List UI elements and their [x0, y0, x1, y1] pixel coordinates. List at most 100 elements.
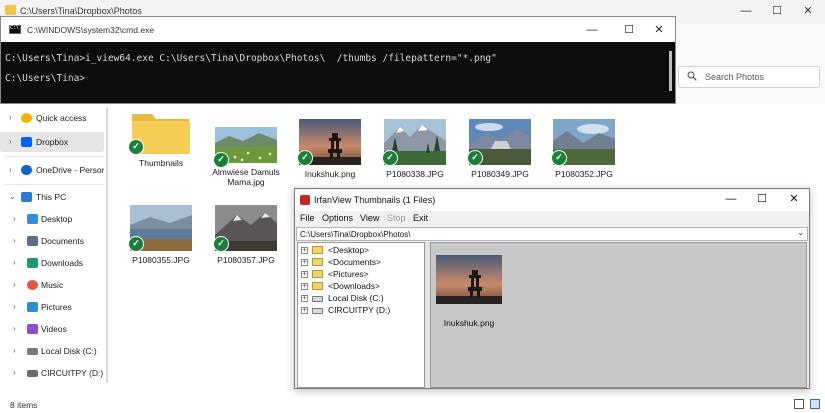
- minimize-button[interactable]: —: [738, 4, 754, 18]
- documents-icon: [27, 236, 38, 246]
- sidebar-item-local-disk[interactable]: › Local Disk (C:): [0, 341, 104, 361]
- sidebar-item-onedrive[interactable]: › OneDrive - Person: [0, 160, 104, 180]
- status-bar: 8 items: [0, 396, 825, 413]
- desktop-icon: [27, 214, 38, 224]
- folder-icon: [312, 282, 323, 290]
- chevron-right-icon[interactable]: ›: [13, 346, 16, 355]
- thumbnail-view-icon[interactable]: [810, 399, 820, 409]
- tree-item-label: Local Disk (C:): [328, 293, 384, 303]
- sidebar-item-label: Pictures: [41, 302, 72, 312]
- chevron-right-icon[interactable]: ›: [13, 258, 16, 267]
- file-name: P1080338.JPG: [386, 169, 444, 179]
- tree-item-label: CIRCUITPY (D:): [328, 305, 391, 315]
- menu-stop[interactable]: Stop: [387, 213, 406, 223]
- sidebar-item-videos[interactable]: › Videos: [0, 319, 104, 339]
- sidebar-item-documents[interactable]: › Documents: [0, 231, 104, 251]
- sync-check-icon: ✓: [128, 236, 144, 252]
- chevron-right-icon[interactable]: ›: [13, 302, 16, 311]
- file-name: Almwiese Damuls Mama.jpg: [212, 167, 280, 187]
- dropbox-icon: [21, 137, 32, 147]
- sidebar-scrollbar[interactable]: [106, 108, 108, 383]
- search-input[interactable]: Search Photos: [678, 66, 820, 88]
- chevron-right-icon[interactable]: ›: [13, 236, 16, 245]
- search-icon: [687, 71, 697, 81]
- sidebar-item-circuitpy[interactable]: › CIRCUITPY (D:): [0, 363, 104, 383]
- cmd-titlebar: C:\ C:\WINDOWS\system32\cmd.exe — ☐ ✕: [1, 17, 675, 42]
- irfanview-titlebar: IrfanView Thumbnails (1 Files) — ☐ ✕: [295, 189, 809, 211]
- chevron-right-icon[interactable]: ›: [9, 137, 12, 146]
- cmd-scrollbar[interactable]: [669, 51, 672, 91]
- tree-item-label: <Desktop>: [328, 245, 370, 255]
- sync-check-icon: ✓: [382, 150, 398, 166]
- menu-view[interactable]: View: [360, 213, 379, 223]
- sidebar-item-label: Desktop: [41, 214, 73, 224]
- navigation-pane: › Quick access › Dropbox › OneDrive - Pe…: [0, 104, 110, 396]
- irfanview-minimize-button[interactable]: —: [723, 192, 739, 207]
- irfanview-maximize-button[interactable]: ☐: [754, 192, 770, 207]
- expand-icon[interactable]: +: [301, 259, 308, 266]
- tree-item-label: <Pictures>: [328, 269, 369, 279]
- sync-check-icon: ✓: [467, 150, 483, 166]
- thumbnail-caption: Inukshuk.png: [443, 318, 495, 328]
- menu-exit[interactable]: Exit: [413, 213, 428, 223]
- sidebar-item-label: Downloads: [41, 258, 84, 268]
- cmd-close-button[interactable]: ✕: [651, 23, 667, 37]
- folder-icon: [312, 246, 323, 254]
- sidebar-item-dropbox[interactable]: › Dropbox: [0, 132, 104, 152]
- sync-check-icon: ✓: [213, 152, 229, 168]
- maximize-button[interactable]: ☐: [769, 4, 785, 18]
- chevron-right-icon[interactable]: ›: [13, 280, 16, 289]
- expand-icon[interactable]: +: [301, 307, 308, 314]
- close-button[interactable]: ✕: [800, 4, 816, 18]
- sidebar-item-downloads[interactable]: › Downloads: [0, 253, 104, 273]
- chevron-right-icon[interactable]: ›: [9, 165, 12, 174]
- prompt-line[interactable]: C:\Users\Tina>: [5, 73, 85, 84]
- sidebar-item-quick-access[interactable]: › Quick access: [0, 108, 104, 128]
- usb-drive-icon: [312, 308, 323, 314]
- chevron-right-icon[interactable]: ›: [13, 214, 16, 223]
- inukshuk-thumbnail[interactable]: [436, 255, 502, 304]
- chevron-right-icon[interactable]: ›: [9, 113, 12, 122]
- cmd-maximize-button[interactable]: ☐: [621, 23, 637, 37]
- sidebar-item-this-pc[interactable]: ⌄ This PC: [0, 187, 104, 207]
- sidebar-item-desktop[interactable]: › Desktop: [0, 209, 104, 229]
- folder-icon: [312, 258, 323, 266]
- drive-icon: [312, 296, 323, 302]
- drive-icon: [27, 348, 38, 355]
- dropdown-arrow-icon[interactable]: ⌄: [797, 228, 804, 237]
- chevron-right-icon[interactable]: ›: [13, 368, 16, 377]
- menu-file[interactable]: File: [300, 213, 315, 223]
- tree-item-downloads[interactable]: + <Downloads>: [298, 281, 424, 293]
- tree-item-pictures[interactable]: + <Pictures>: [298, 269, 424, 281]
- folder-icon: [312, 270, 323, 278]
- cmd-minimize-button[interactable]: —: [584, 23, 600, 37]
- chevron-down-icon[interactable]: ⌄: [9, 192, 16, 201]
- expand-icon[interactable]: +: [301, 295, 308, 302]
- divider: [4, 184, 104, 185]
- irfanview-title: IrfanView Thumbnails (1 Files): [314, 195, 436, 205]
- tree-item-local-disk[interactable]: + Local Disk (C:): [298, 293, 424, 305]
- sidebar-item-music[interactable]: › Music: [0, 275, 104, 295]
- tree-item-desktop[interactable]: + <Desktop>: [298, 245, 424, 257]
- tree-item-circuitpy[interactable]: + CIRCUITPY (D:): [298, 305, 424, 317]
- divider: [4, 156, 104, 157]
- irfanview-close-button[interactable]: ✕: [786, 192, 802, 207]
- expand-icon[interactable]: +: [301, 247, 308, 254]
- sync-check-icon: ✓: [128, 139, 144, 155]
- menu-options[interactable]: Options: [322, 213, 353, 223]
- details-view-icon[interactable]: [794, 399, 804, 409]
- videos-icon: [27, 324, 38, 334]
- file-name: Inukshuk.png: [304, 169, 356, 179]
- sidebar-item-pictures[interactable]: › Pictures: [0, 297, 104, 317]
- tree-item-documents[interactable]: + <Documents>: [298, 257, 424, 269]
- expand-icon[interactable]: +: [301, 271, 308, 278]
- file-name: P1080352.JPG: [555, 169, 613, 179]
- sidebar-item-label: Local Disk (C:): [41, 346, 97, 356]
- sidebar-item-label: Music: [41, 280, 64, 290]
- file-name: P1080349.JPG: [471, 169, 529, 179]
- file-name: P1080357.JPG: [217, 255, 275, 265]
- file-name: P1080355.JPG: [132, 255, 190, 265]
- expand-icon[interactable]: +: [301, 283, 308, 290]
- chevron-right-icon[interactable]: ›: [13, 324, 16, 333]
- folder-path-combobox[interactable]: C:\Users\Tina\Dropbox\Photos\ ⌄: [296, 227, 808, 241]
